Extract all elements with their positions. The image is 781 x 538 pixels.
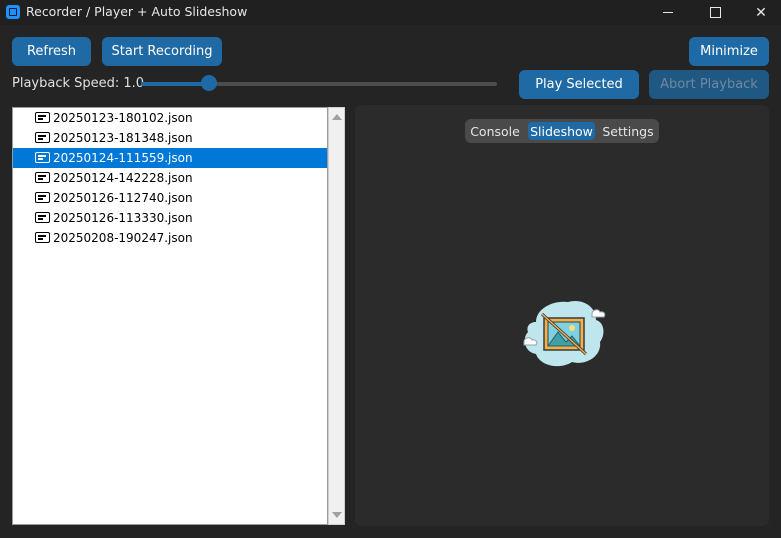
abort-playback-button[interactable]: Abort Playback [649, 70, 769, 99]
scroll-up-arrow-icon[interactable] [332, 114, 342, 120]
tab-slideshow[interactable]: Slideshow [528, 122, 595, 140]
start-recording-button[interactable]: Start Recording [102, 37, 222, 66]
window-minimize-button[interactable] [645, 0, 691, 25]
file-icon [35, 232, 50, 243]
file-list-item[interactable]: 20250124-142228.json [13, 168, 327, 188]
recording-file-list[interactable]: 20250123-180102.json 20250123-181348.json… [12, 107, 328, 525]
file-name: 20250126-112740.json [53, 191, 193, 205]
minimize-button[interactable]: Minimize [689, 37, 769, 66]
file-list-item[interactable]: 20250124-111559.json [13, 148, 327, 168]
file-list-scrollbar[interactable] [328, 107, 345, 525]
tab-bar: Console Slideshow Settings [465, 119, 659, 143]
no-image-icon [520, 296, 606, 370]
file-name: 20250124-111559.json [53, 151, 193, 165]
file-list-item[interactable]: 20250208-190247.json [13, 228, 327, 248]
file-name: 20250123-181348.json [53, 131, 193, 145]
maximize-icon [709, 7, 721, 18]
play-selected-button[interactable]: Play Selected [519, 70, 639, 99]
file-icon [35, 212, 50, 223]
file-list-item[interactable]: 20250126-112740.json [13, 188, 327, 208]
file-name: 20250126-113330.json [53, 211, 193, 225]
title-bar: Recorder / Player + Auto Slideshow ✕ [0, 0, 781, 25]
slider-fill [141, 82, 209, 86]
playback-speed-slider[interactable] [141, 82, 497, 86]
minimize-icon [663, 12, 673, 13]
scroll-down-arrow-icon[interactable] [332, 512, 342, 518]
window-maximize-button[interactable] [692, 0, 738, 25]
file-icon [35, 172, 50, 183]
file-icon [35, 112, 50, 123]
window-close-button[interactable]: ✕ [738, 0, 781, 25]
close-icon: ✕ [755, 4, 767, 21]
file-icon [35, 132, 50, 143]
app-icon [6, 5, 20, 19]
file-list-item[interactable]: 20250126-113330.json [13, 208, 327, 228]
slider-handle[interactable] [200, 75, 217, 91]
tab-settings[interactable]: Settings [600, 122, 656, 140]
refresh-button[interactable]: Refresh [12, 37, 91, 66]
file-icon [35, 152, 50, 163]
file-list-item[interactable]: 20250123-181348.json [13, 128, 327, 148]
file-name: 20250208-190247.json [53, 231, 193, 245]
file-name: 20250124-142228.json [53, 171, 193, 185]
window-title: Recorder / Player + Auto Slideshow [26, 4, 248, 19]
file-icon [35, 192, 50, 203]
playback-speed-label: Playback Speed: 1.0 [12, 76, 145, 91]
tab-console[interactable]: Console [468, 122, 522, 140]
file-list-item[interactable]: 20250123-180102.json [13, 108, 327, 128]
file-name: 20250123-180102.json [53, 111, 193, 125]
